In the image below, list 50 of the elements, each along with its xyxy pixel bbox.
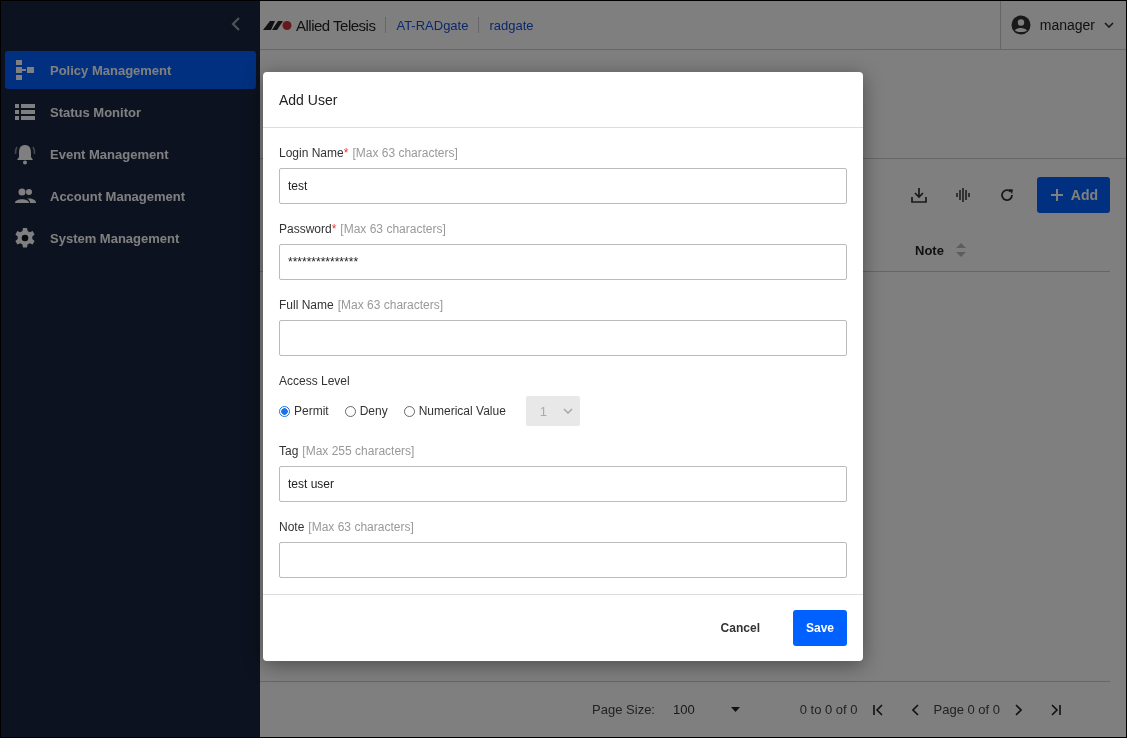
field-label: Note [Max 63 characters] [279,520,415,534]
sidebar-item[interactable]: Event Management [5,135,256,173]
hierarchy-icon [14,59,36,81]
sidebar-item[interactable]: Account Management [5,177,256,215]
breadcrumb-link[interactable]: radgate [489,17,534,33]
caret-icon [730,707,740,712]
field-label: Login Name* [Max 63 characters] [279,146,459,160]
caret-icon [1104,22,1114,28]
field-label: Access Level [279,374,350,388]
field-label: Tag [Max 255 characters] [279,444,416,458]
sidebar-item[interactable]: Policy Management [5,51,256,89]
previous-page-icon[interactable] [911,703,920,716]
input-field[interactable]: test [279,168,847,204]
sidebar-item[interactable]: Status Monitor [5,93,256,131]
field-label: Full Name [Max 63 characters] [279,298,445,312]
next-page-icon[interactable] [1014,703,1022,716]
logo-icon [263,20,293,30]
first-page-icon[interactable] [871,703,884,716]
radio-option[interactable]: Deny [344,404,388,418]
sidebar-item[interactable]: System Management [5,219,256,257]
dialog-title: Add User [279,91,338,108]
input-field[interactable] [279,320,847,356]
add-button[interactable]: Add [1036,177,1110,213]
collapse-icon[interactable] [231,17,241,31]
last-page-icon[interactable] [1050,703,1062,716]
page-size-select[interactable]: 100 [672,702,740,717]
sort-icon [955,242,966,258]
brand-name: Allied Telesis [296,16,376,34]
account-icon [1010,15,1031,35]
input-field[interactable]: test user [279,466,847,502]
page-indicator: Page 0 of 0 [933,702,1000,717]
column-header[interactable]: Note [915,229,1110,271]
radio-option[interactable]: Permit [279,404,329,418]
refresh-icon[interactable] [998,187,1015,203]
download-icon[interactable] [910,187,927,203]
input-field[interactable] [279,542,847,578]
settings-icon [14,227,36,249]
radio-option[interactable]: Numerical Value [403,404,506,418]
save-button[interactable]: Save [792,610,847,646]
row-range: 0 to 0 of 0 [799,702,858,717]
waveform-icon[interactable] [954,187,971,203]
input-field[interactable]: *************** [279,244,847,280]
field-label: Password* [Max 63 characters] [279,222,447,236]
chevron-icon [562,408,573,414]
bell-icon [14,143,36,165]
breadcrumb-link[interactable]: AT-RADgate [396,17,469,33]
user-menu[interactable]: manager [999,1,1126,49]
list-icon [14,101,36,123]
page-size-label: Page Size: [592,702,655,717]
plus-icon [1050,189,1063,201]
